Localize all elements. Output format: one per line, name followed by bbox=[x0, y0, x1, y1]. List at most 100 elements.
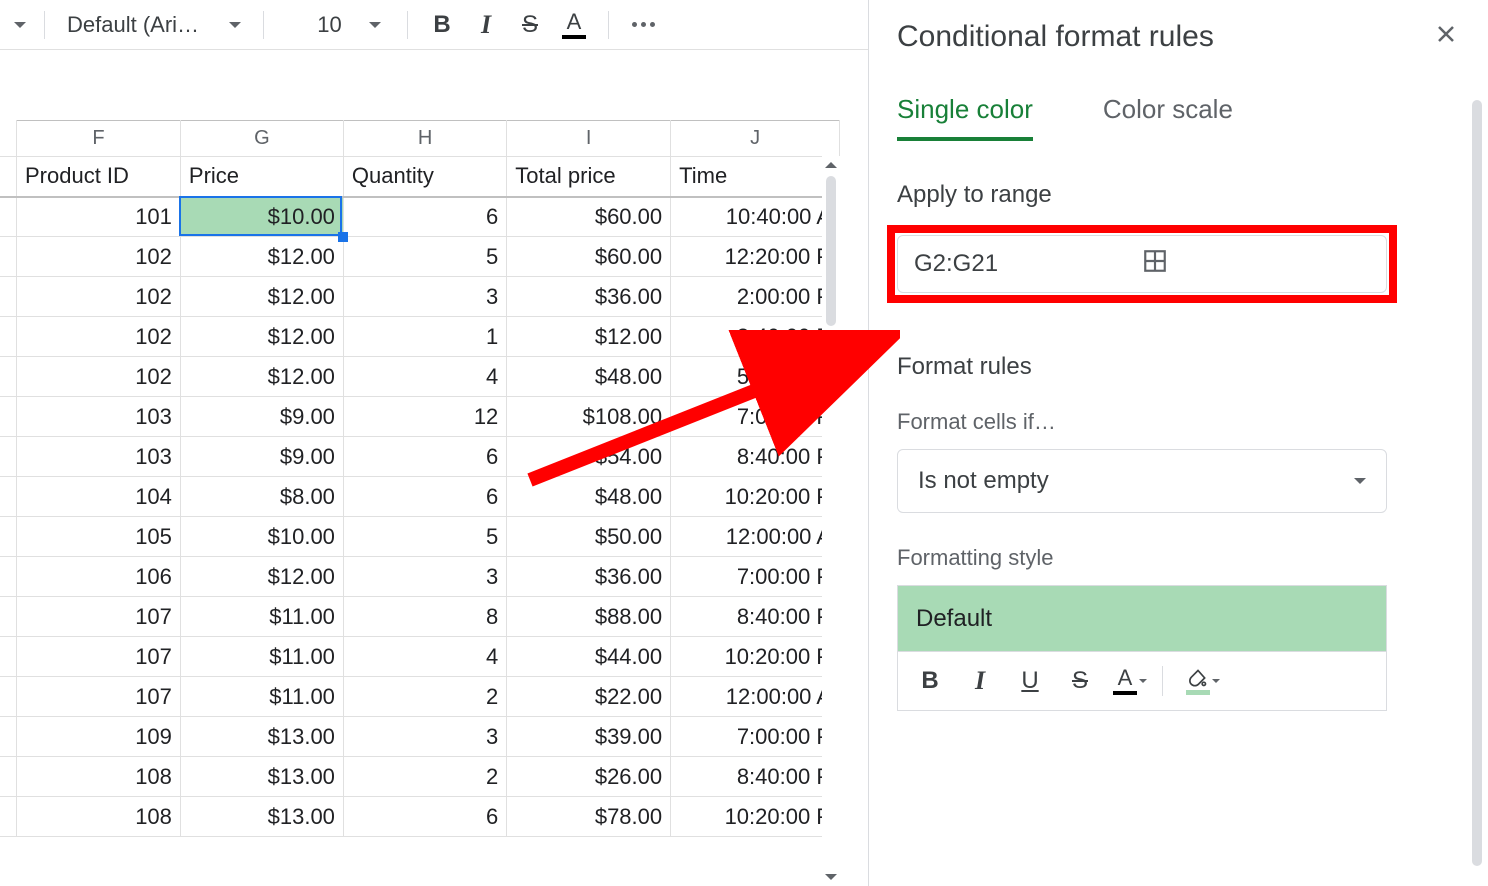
cell[interactable]: $26.00 bbox=[507, 757, 671, 797]
cell[interactable]: $36.00 bbox=[507, 277, 671, 317]
cell[interactable]: $12.00 bbox=[180, 357, 343, 397]
selection-fill-handle[interactable] bbox=[338, 232, 348, 242]
cell[interactable]: $13.00 bbox=[180, 797, 343, 837]
cell[interactable]: $12.00 bbox=[180, 317, 343, 357]
bold-button[interactable]: B bbox=[422, 5, 462, 45]
header-cell[interactable]: Total price bbox=[507, 157, 671, 197]
cell[interactable]: 102 bbox=[17, 317, 181, 357]
cell[interactable]: $11.00 bbox=[180, 637, 343, 677]
style-italic-button[interactable]: I bbox=[958, 659, 1002, 703]
cell[interactable]: 2:00:00 P bbox=[671, 277, 840, 317]
strikethrough-button[interactable]: S bbox=[510, 5, 550, 45]
cell[interactable]: $11.00 bbox=[180, 677, 343, 717]
cell[interactable]: $12.00 bbox=[180, 557, 343, 597]
cell[interactable]: 3 bbox=[343, 277, 506, 317]
cell[interactable]: 102 bbox=[17, 357, 181, 397]
cell[interactable]: 8:40:00 P bbox=[671, 437, 840, 477]
cell[interactable]: 5 bbox=[343, 517, 506, 557]
cell[interactable]: 10:20:00 P bbox=[671, 797, 840, 837]
cell[interactable]: 6 bbox=[343, 797, 506, 837]
cell[interactable]: $9.00 bbox=[180, 397, 343, 437]
cell[interactable]: 107 bbox=[17, 677, 181, 717]
scroll-thumb[interactable] bbox=[826, 176, 836, 326]
scroll-track[interactable] bbox=[826, 176, 836, 866]
style-text-color-button[interactable]: A bbox=[1108, 659, 1152, 703]
cell[interactable]: 7:00:00 P bbox=[671, 557, 840, 597]
cell[interactable]: $36.00 bbox=[507, 557, 671, 597]
cell[interactable]: 104 bbox=[17, 477, 181, 517]
scroll-up-arrow[interactable] bbox=[822, 156, 840, 174]
cell[interactable]: 12:00:00 A bbox=[671, 677, 840, 717]
cell[interactable]: $10.00 bbox=[180, 197, 343, 237]
cell[interactable]: 6 bbox=[343, 477, 506, 517]
select-range-button[interactable] bbox=[1142, 248, 1370, 281]
style-preview[interactable]: Default bbox=[897, 585, 1387, 651]
cell[interactable]: $11.00 bbox=[180, 597, 343, 637]
cell[interactable]: $12.00 bbox=[180, 237, 343, 277]
cell[interactable]: 8:40:00 P bbox=[671, 597, 840, 637]
cell[interactable]: 12:20:00 P bbox=[671, 237, 840, 277]
header-cell[interactable]: Product ID bbox=[17, 157, 181, 197]
header-cell[interactable]: Quantity bbox=[343, 157, 506, 197]
cell[interactable]: 7:00:00 P bbox=[671, 397, 840, 437]
cell[interactable]: 10:20:00 P bbox=[671, 637, 840, 677]
cell[interactable]: 12:00:00 A bbox=[671, 517, 840, 557]
panel-scrollbar[interactable] bbox=[1472, 100, 1482, 866]
text-color-button[interactable]: A bbox=[554, 5, 594, 45]
cell[interactable]: 107 bbox=[17, 637, 181, 677]
cell[interactable]: 103 bbox=[17, 397, 181, 437]
style-strikethrough-button[interactable]: S bbox=[1058, 659, 1102, 703]
cell[interactable]: 102 bbox=[17, 277, 181, 317]
cell[interactable]: 5:20:00 P bbox=[671, 357, 840, 397]
cell[interactable]: $13.00 bbox=[180, 717, 343, 757]
cell[interactable]: $54.00 bbox=[507, 437, 671, 477]
vertical-scrollbar[interactable] bbox=[822, 156, 840, 886]
cell[interactable]: 103 bbox=[17, 437, 181, 477]
cell[interactable]: $50.00 bbox=[507, 517, 671, 557]
cell[interactable]: $12.00 bbox=[507, 317, 671, 357]
more-button[interactable] bbox=[623, 5, 663, 45]
cell[interactable]: 6 bbox=[343, 437, 506, 477]
cell[interactable]: 5 bbox=[343, 237, 506, 277]
cell[interactable]: 6 bbox=[343, 197, 506, 237]
tab-color-scale[interactable]: Color scale bbox=[1103, 94, 1233, 141]
cell[interactable]: 106 bbox=[17, 557, 181, 597]
font-family-dropdown[interactable]: Default (Ari… bbox=[59, 8, 249, 42]
condition-dropdown[interactable]: Is not empty bbox=[897, 449, 1387, 513]
cell[interactable]: 107 bbox=[17, 597, 181, 637]
cell[interactable]: 12 bbox=[343, 397, 506, 437]
range-input[interactable]: G2:G21 bbox=[897, 235, 1387, 293]
cell[interactable]: 10:40:00 A bbox=[671, 197, 840, 237]
cell[interactable]: 10:20:00 P bbox=[671, 477, 840, 517]
tab-single-color[interactable]: Single color bbox=[897, 94, 1033, 141]
cell[interactable]: 2 bbox=[343, 757, 506, 797]
cell[interactable]: 105 bbox=[17, 517, 181, 557]
cell[interactable]: 8 bbox=[343, 597, 506, 637]
header-cell[interactable]: Time bbox=[671, 157, 840, 197]
cell[interactable]: $39.00 bbox=[507, 717, 671, 757]
more-format-dropdown[interactable] bbox=[10, 16, 30, 34]
cell[interactable]: $12.00 bbox=[180, 277, 343, 317]
cell[interactable]: $78.00 bbox=[507, 797, 671, 837]
cell[interactable]: 102 bbox=[17, 237, 181, 277]
cell[interactable]: $60.00 bbox=[507, 197, 671, 237]
cell[interactable]: 3 bbox=[343, 717, 506, 757]
cell[interactable]: $44.00 bbox=[507, 637, 671, 677]
font-size-dropdown[interactable]: 10 bbox=[278, 8, 393, 42]
cell[interactable]: 3:40:00 P bbox=[671, 317, 840, 357]
cell[interactable]: $8.00 bbox=[180, 477, 343, 517]
cell[interactable]: 1 bbox=[343, 317, 506, 357]
cell[interactable]: $108.00 bbox=[507, 397, 671, 437]
cell[interactable]: $88.00 bbox=[507, 597, 671, 637]
cell[interactable]: 101 bbox=[17, 197, 181, 237]
column-header-H[interactable]: H bbox=[343, 121, 506, 157]
cell[interactable]: 7:00:00 P bbox=[671, 717, 840, 757]
cell[interactable]: $9.00 bbox=[180, 437, 343, 477]
style-bold-button[interactable]: B bbox=[908, 659, 952, 703]
header-cell[interactable]: Price bbox=[180, 157, 343, 197]
cell[interactable]: 2 bbox=[343, 677, 506, 717]
spreadsheet[interactable]: FGHIJProduct IDPriceQuantityTotal priceT… bbox=[0, 50, 840, 886]
cell[interactable]: 109 bbox=[17, 717, 181, 757]
cell[interactable]: $48.00 bbox=[507, 477, 671, 517]
cell[interactable]: $22.00 bbox=[507, 677, 671, 717]
